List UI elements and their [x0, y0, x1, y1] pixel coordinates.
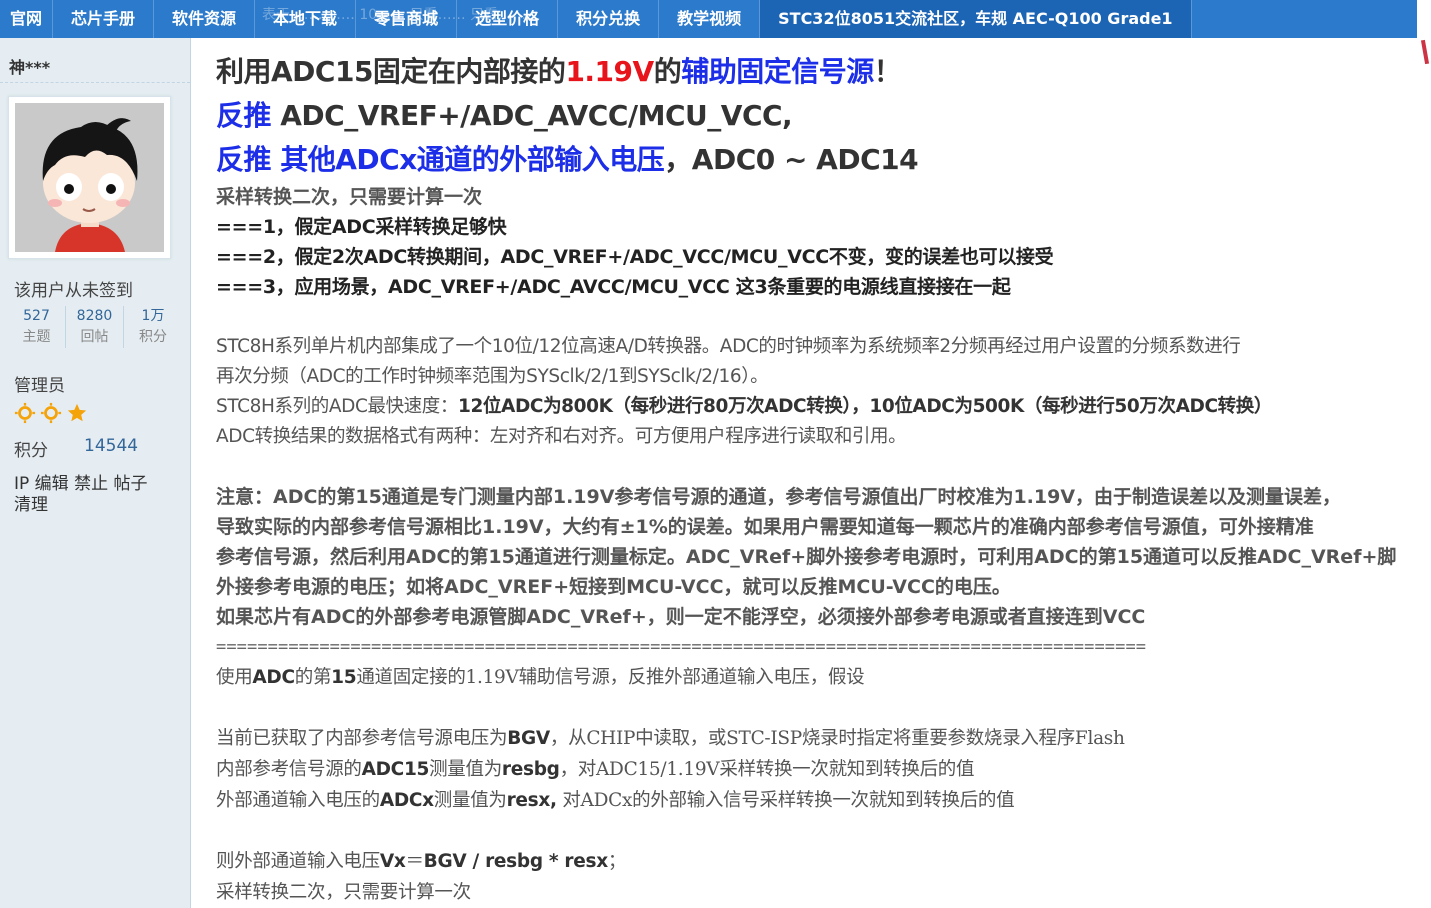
user-role[interactable]: 管理员 — [14, 371, 65, 396]
rank-stars — [14, 402, 88, 424]
formula-part: ； — [607, 851, 627, 872]
admin-links-line1[interactable]: IP 编辑 禁止 帖子 — [14, 474, 164, 495]
headline-1-voltage: 1.19V — [565, 55, 654, 88]
intro-line-3-bold: 12位ADC为800K（每秒进行80万次ADC转换），10位ADC为500K（每… — [457, 396, 1272, 417]
closing-line: 采样转换二次，只需要计算一次 — [216, 882, 471, 903]
star-icon — [67, 403, 87, 422]
method-bold: resx, — [506, 790, 557, 811]
user-sidebar: 神*** 该用户从未签到 527 主题 8280 回帖 1万 积分 管理员 积分… — [0, 38, 191, 908]
admin-links: IP 编辑 禁止 帖子 清理 — [14, 474, 164, 516]
note-line-5: 如果芯片有ADC的外部参考电源管脚ADC_VRef+，则一定不能浮空，必须接外部… — [216, 606, 1146, 628]
method-part: 内部参考信号源的 — [216, 759, 362, 780]
top-nav: 官网 芯片手册 软件资源 本地下载 零售商城 选型价格 积分兑换 教学视频 ST… — [0, 0, 1431, 38]
method-bold: 15 — [331, 667, 357, 688]
stat-replies[interactable]: 8280 回帖 — [66, 306, 124, 348]
headline-1-part: 的 — [653, 55, 682, 88]
post-headline-3: 反推 其他ADCx通道的外部输入电压，ADC0 ~ ADC14 — [216, 138, 1431, 182]
headline-1-part: 利用ADC15固定在内部接的 — [216, 55, 566, 88]
stat-points-label: 积分 — [139, 329, 167, 345]
assumption-3: ===3，应用场景，ADC_VREF+/ADC_AVCC/MCU_VCC 这3条… — [216, 276, 1011, 298]
method-part: 测量值为 — [429, 759, 502, 780]
nav-item-software[interactable]: 软件资源 — [154, 0, 256, 38]
nav-item-videos[interactable]: 教学视频 — [659, 0, 761, 38]
formula-part: ＝ — [405, 851, 424, 872]
formula-variable: Vx — [379, 851, 406, 872]
nav-item-official[interactable]: 官网 — [0, 0, 54, 38]
stat-points-value: 1万 — [141, 308, 165, 324]
signin-status: 该用户从未签到 — [14, 281, 133, 301]
intro-line-2: 再次分频（ADC的工作时钟频率范围为SYSclk/2/1到SYSclk/2/16… — [216, 366, 769, 387]
stat-threads-label: 主题 — [22, 329, 51, 345]
note-line-3: 参考信号源，然后利用ADC的第15通道进行测量标定。ADC_VRef+脚外接参考… — [216, 546, 1397, 568]
avatar-cartoon-icon — [15, 103, 164, 252]
stat-points[interactable]: 1万 积分 — [124, 306, 182, 348]
method-line-4: 外部通道输入电压的ADCx测量值为resx, 对ADCx的外部输入信号采样转换一… — [216, 785, 1431, 816]
assumption-1: ===1，假定ADC采样转换足够快 — [216, 216, 507, 238]
method-line-2: 当前已获取了内部参考信号源电压为BGV，从CHIP中读取，或STC-ISP烧录时… — [216, 723, 1431, 754]
user-points: 积分 14544 — [14, 436, 138, 461]
nav-item-pricing[interactable]: 选型价格 — [457, 0, 559, 38]
headline-1-highlight: 辅助固定信号源 — [681, 55, 874, 88]
formula-line: 则外部通道输入电压Vx＝BGV / resbg * resx； — [216, 846, 1431, 877]
method-part: 测量值为 — [433, 790, 507, 811]
stat-threads-value: 527 — [23, 308, 50, 324]
username-link[interactable]: 神*** — [9, 54, 50, 78]
nav-item-download[interactable]: 本地下载 — [255, 0, 357, 38]
headline-3-highlight: 反推 其他ADCx通道的外部输入电压 — [216, 143, 665, 176]
nav-item-store[interactable]: 零售商城 — [356, 0, 458, 38]
formula-part: 则外部通道输入电压 — [216, 851, 380, 872]
note-line-4: 外接参考电源的电压；如将ADC_VREF+短接到MCU-VCC，就可以反推MCU… — [216, 576, 1011, 598]
method-line-1: 使用ADC的第15通道固定接的1.19V辅助信号源，反推外部通道输入电压，假设 — [216, 662, 1431, 693]
method-bold: ADC15 — [361, 759, 430, 780]
method-part: 外部通道输入电压的 — [216, 790, 380, 811]
nav-item-datasheet[interactable]: 芯片手册 — [53, 0, 155, 38]
formula-expression: BGV / resbg * resx — [423, 851, 608, 872]
post-content: 利用ADC15固定在内部接的1.19V的辅助固定信号源！ 反推 ADC_VREF… — [216, 50, 1431, 908]
intro-line-3: STC8H系列的ADC最快速度：12位ADC为800K（每秒进行80万次ADC转… — [216, 392, 1431, 422]
admin-links-line2[interactable]: 清理 — [14, 495, 164, 516]
stat-threads[interactable]: 527 主题 — [8, 306, 66, 348]
method-part: 通道固定接的1.19V辅助信号源，反推外部通道输入电压，假设 — [356, 667, 865, 688]
intro-line-1: STC8H系列单片机内部集成了一个10位/12位高速A/D转换器。ADC的时钟频… — [216, 336, 1241, 357]
method-bold: BGV — [507, 728, 550, 749]
points-value: 14544 — [84, 436, 139, 456]
intro-line-4: ADC转换结果的数据格式有两种：左对齐和右对齐。可方便用户程序进行读取和引用。 — [216, 426, 907, 447]
equals-divider: ========================================… — [216, 637, 1147, 657]
user-stats: 527 主题 8280 回帖 1万 积分 — [8, 306, 182, 348]
method-part: 当前已获取了内部参考信号源电压为 — [216, 728, 508, 749]
nav-item-points[interactable]: 积分兑换 — [558, 0, 660, 38]
method-part: ，从CHIP中读取，或STC-ISP烧录时指定将重要参数烧录入程序Flash — [549, 728, 1125, 749]
method-part: 的第 — [294, 667, 332, 688]
headline-2-highlight: 反推 — [216, 99, 272, 132]
sun-icon — [40, 402, 62, 424]
post-headline-1: 利用ADC15固定在内部接的1.19V的辅助固定信号源！ — [216, 50, 1431, 94]
assumption-2: ===2，假定2次ADC转换期间，ADC_VREF+/ADC_VCC/MCU_V… — [216, 246, 1054, 268]
headline-2-part: ADC_VREF+/ADC_AVCC/MCU_VCC, — [271, 99, 793, 132]
note-line-1: 注意：ADC的第15通道是专门测量内部1.19V参考信号源的通道，参考信号源值出… — [216, 486, 1342, 508]
note-line-2: 导致实际的内部参考信号源相比1.19V，大约有±1%的误差。如果用户需要知道每一… — [216, 516, 1314, 538]
post-headline-2: 反推 ADC_VREF+/ADC_AVCC/MCU_VCC, — [216, 94, 1431, 138]
method-bold: resbg — [501, 759, 560, 780]
stat-replies-label: 回帖 — [80, 329, 109, 345]
points-label: 积分 — [14, 441, 48, 461]
method-line-3: 内部参考信号源的ADC15测量值为resbg，对ADC15/1.19V采样转换一… — [216, 754, 1431, 785]
summary-line: 采样转换二次，只需要计算一次 — [216, 186, 483, 208]
method-bold: ADCx — [379, 790, 434, 811]
sidebar-divider — [0, 82, 190, 83]
method-part: 对ADCx的外部输入信号采样转换一次就知到转换后的值 — [556, 790, 1015, 811]
avatar[interactable] — [8, 96, 171, 259]
stat-replies-value: 8280 — [76, 308, 113, 324]
nav-item-community[interactable]: STC32位8051交流社区，车规 AEC-Q100 Grade1 — [760, 0, 1192, 38]
intro-line-3-part: STC8H系列的ADC最快速度： — [216, 396, 458, 417]
headline-1-part: ！ — [873, 55, 902, 88]
method-part: ，对ADC15/1.19V采样转换一次就知到转换后的值 — [559, 759, 975, 780]
method-bold: ADC — [252, 667, 295, 688]
method-part: 使用 — [216, 667, 253, 688]
headline-3-part: ，ADC0 ~ ADC14 — [664, 143, 919, 176]
sun-icon — [14, 402, 36, 424]
